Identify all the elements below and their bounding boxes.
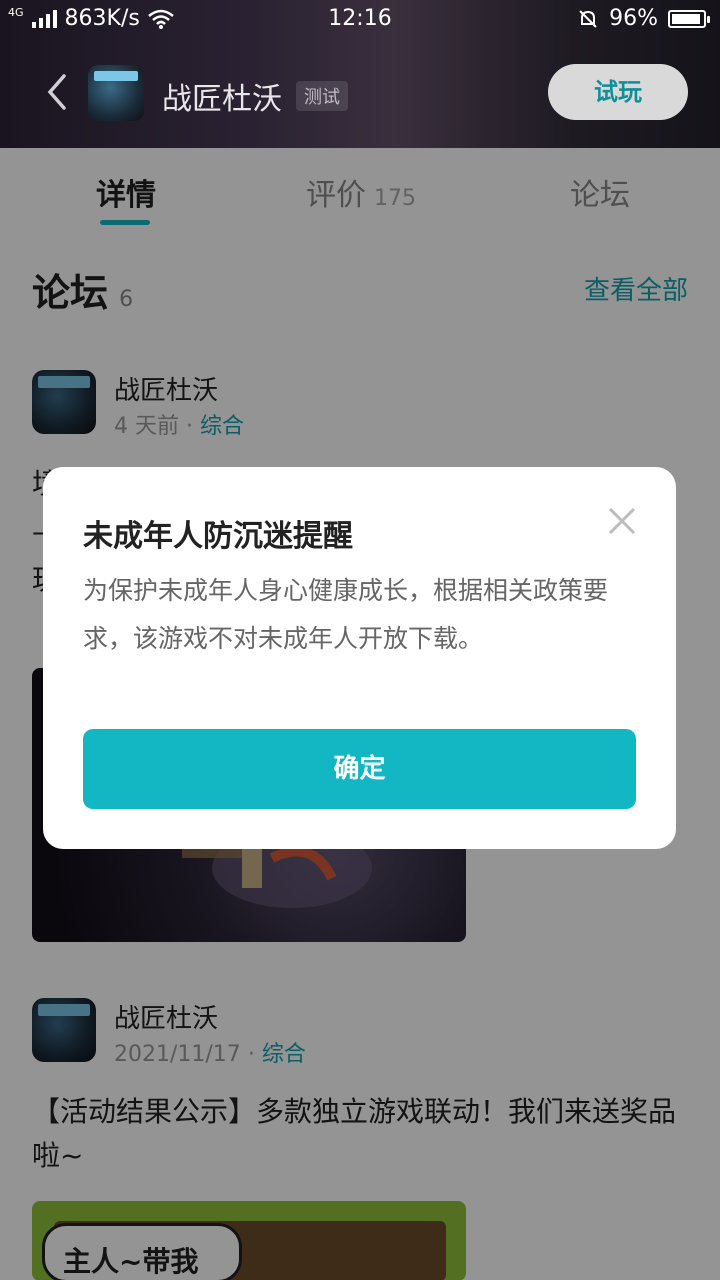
battery-icon [668, 9, 710, 28]
game-icon [88, 65, 144, 121]
confirm-button[interactable]: 确定 [83, 729, 636, 809]
battery-percent: 96% [609, 6, 658, 31]
status-right: 96% [577, 6, 710, 31]
game-title: 战匠杜沃 [162, 82, 282, 117]
try-play-button[interactable]: 试玩 [548, 64, 688, 120]
app-header: 战匠杜沃 测试 试玩 [0, 48, 720, 138]
back-arrow-icon[interactable] [42, 72, 72, 112]
close-icon[interactable] [606, 505, 638, 537]
app-header-background: 4G 863K/s 12:16 96% 战匠杜沃 测试 试玩 [0, 0, 720, 148]
dialog-title: 未成年人防沉迷提醒 [83, 519, 353, 554]
anti-addiction-dialog: 未成年人防沉迷提醒 为保护未成年人身心健康成长，根据相关政策要求，该游戏不对未成… [43, 467, 676, 849]
status-bar: 4G 863K/s 12:16 96% [0, 0, 720, 40]
bell-muted-icon [579, 9, 597, 28]
dialog-message: 为保护未成年人身心健康成长，根据相关政策要求，该游戏不对未成年人开放下载。 [83, 576, 609, 653]
test-tag: 测试 [296, 81, 348, 111]
